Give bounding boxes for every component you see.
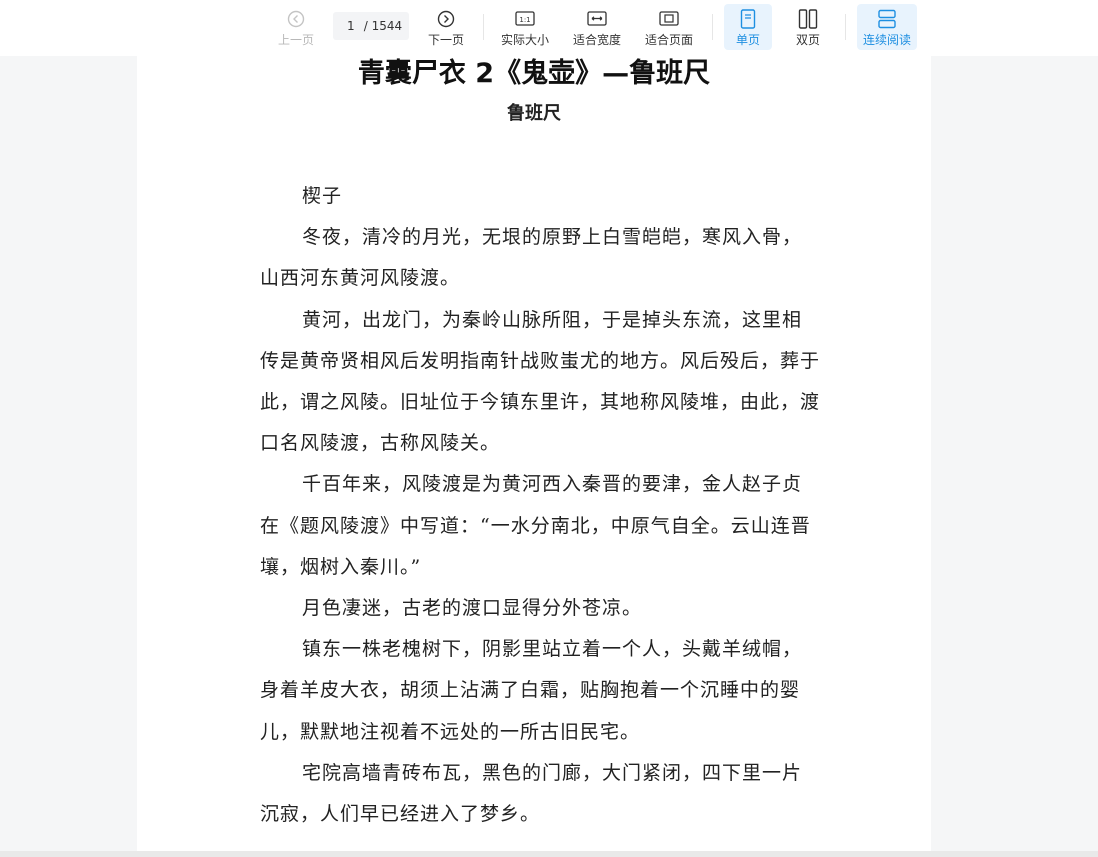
prev-page-label: 上一页 xyxy=(277,33,314,47)
chevron-right-circle-icon xyxy=(435,8,457,30)
single-page-icon xyxy=(737,8,759,30)
double-page-label: 双页 xyxy=(795,33,820,47)
chevron-left-circle-icon xyxy=(285,8,307,30)
single-page-button[interactable]: 单页 xyxy=(724,4,772,50)
paragraph: 月色凄迷，古老的渡口显得分外苍凉。 xyxy=(302,597,643,620)
paragraph: 镇东一株老槐树下，阴影里站立着一个人，头戴羊绒帽，身着羊皮大衣，胡须上沾满了白霜… xyxy=(260,638,803,743)
fit-page-label: 适合页面 xyxy=(644,33,693,47)
page-indicator: / 1544 xyxy=(333,12,409,40)
toolbar-divider xyxy=(845,14,846,40)
paragraph: 冬夜，清冷的月光，无垠的原野上白雪皑皑，寒风入骨，山西河东黄河风陵渡。 xyxy=(260,226,803,290)
document-title: 青囊尸衣 2《鬼壶》—鲁班尺 xyxy=(357,58,711,89)
svg-text:1:1: 1:1 xyxy=(519,16,530,24)
toolbar-divider xyxy=(712,14,713,40)
single-page-label: 单页 xyxy=(735,33,760,47)
paragraph: 千百年来，风陵渡是为黄河西入秦晋的要津，金人赵子贞在《题风陵渡》中写道：“一水分… xyxy=(260,473,811,578)
page-number-input[interactable] xyxy=(339,16,362,36)
toolbar-divider xyxy=(483,14,484,40)
document-author: 鲁班尺 xyxy=(507,103,561,124)
double-page-button[interactable]: 双页 xyxy=(784,4,832,50)
fit-width-button[interactable]: 适合宽度 xyxy=(570,4,624,50)
fit-page-icon xyxy=(658,8,680,30)
paragraph: 楔子 xyxy=(302,185,343,207)
fit-width-label: 适合宽度 xyxy=(572,33,621,47)
next-page-label: 下一页 xyxy=(427,33,464,47)
actual-size-icon: 1:1 xyxy=(514,8,536,30)
actual-size-button[interactable]: 1:1 实际大小 xyxy=(498,4,552,50)
document-body: 楔子 冬夜，清冷的月光，无垠的原野上白雪皑皑，寒风入骨，山西河东黄河风陵渡。 黄… xyxy=(260,176,820,835)
fit-page-button[interactable]: 适合页面 xyxy=(642,4,696,50)
next-page-button[interactable]: 下一页 xyxy=(424,4,468,50)
continuous-scroll-icon xyxy=(876,8,898,30)
horizontal-scrollbar[interactable] xyxy=(0,851,1098,857)
document-page: 青囊尸衣 2《鬼壶》—鲁班尺 鲁班尺 楔子 冬夜，清冷的月光，无垠的原野上白雪皑… xyxy=(137,56,931,857)
double-page-icon xyxy=(797,8,819,30)
fit-width-icon xyxy=(586,8,608,30)
viewer-toolbar: 上一页 / 1544 下一页 1:1 实际大小 适合宽度 适合页面 单页 xyxy=(0,0,1098,56)
continuous-reading-label: 连续阅读 xyxy=(862,33,911,47)
continuous-reading-button[interactable]: 连续阅读 xyxy=(857,4,917,50)
prev-page-button[interactable]: 上一页 xyxy=(274,4,318,50)
paragraph: 宅院高墙青砖布瓦，黑色的门廊，大门紧闭，四下里一片沉寂，人们早已经进入了梦乡。 xyxy=(260,761,803,826)
paragraph: 黄河，出龙门，为秦岭山脉所阻，于是掉头东流，这里相传是黄帝贤相风后发明指南针战败… xyxy=(260,308,821,455)
actual-size-label: 实际大小 xyxy=(500,33,549,47)
page-total: / 1544 xyxy=(363,19,403,33)
